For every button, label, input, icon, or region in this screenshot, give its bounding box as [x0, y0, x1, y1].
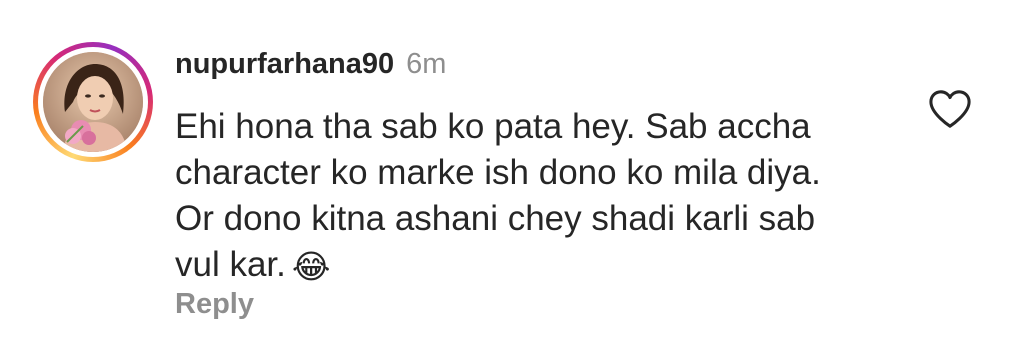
avatar-photo-icon: [43, 52, 143, 152]
comment-line-text: vul kar.: [175, 245, 286, 284]
laughing-emoji-icon: 😂: [291, 247, 331, 286]
avatar[interactable]: [43, 52, 143, 152]
avatar-gap: [38, 47, 148, 157]
heart-outline-icon[interactable]: [927, 88, 973, 130]
reply-button[interactable]: Reply: [175, 288, 254, 321]
username[interactable]: nupurfarhana90: [175, 48, 394, 81]
comment-line: Ehi hona tha sab ko pata hey. Sab accha: [175, 107, 811, 146]
timestamp: 6m: [406, 48, 447, 80]
comment-line-last: vul kar. 😂: [175, 242, 875, 290]
comment-line: character ko marke ish dono ko mila diya…: [175, 153, 821, 192]
comment: nupurfarhana90 6m Ehi hona tha sab ko pa…: [0, 0, 1024, 344]
comment-text: Ehi hona tha sab ko pata hey. Sab accha …: [175, 104, 875, 290]
comment-line: Or dono kitna ashani chey shadi karli sa…: [175, 199, 816, 238]
comment-header: nupurfarhana90 6m: [175, 48, 446, 88]
story-ring[interactable]: [33, 42, 153, 162]
